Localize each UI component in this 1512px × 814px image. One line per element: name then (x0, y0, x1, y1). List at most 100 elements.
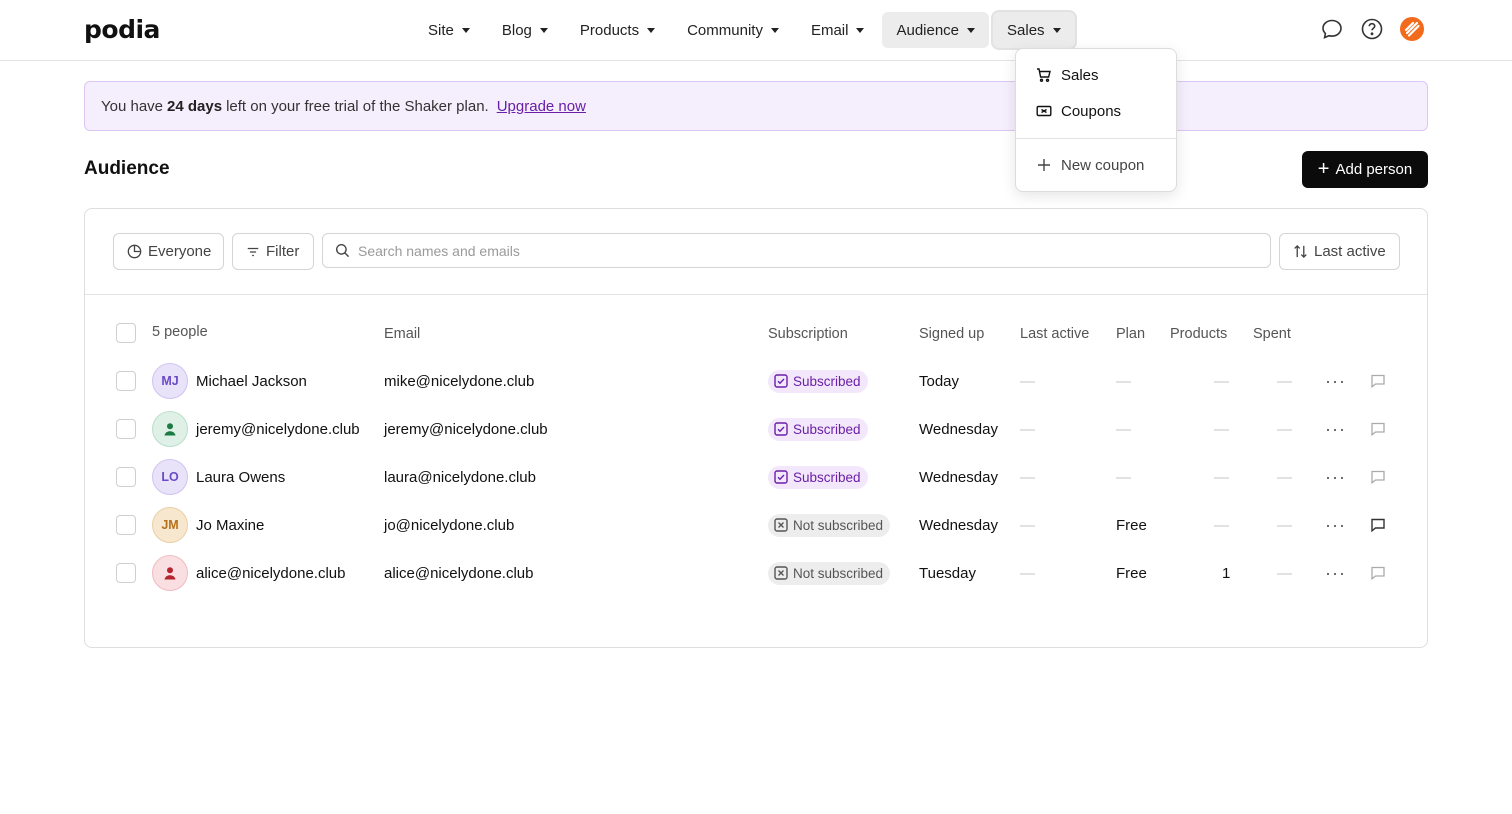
person-email: jeremy@nicelydone.club (384, 420, 548, 438)
search-input[interactable] (358, 242, 1238, 259)
nav-site[interactable]: Site (414, 12, 484, 48)
row-checkbox[interactable] (116, 419, 136, 439)
person-email: alice@nicelydone.club (384, 564, 534, 582)
row-checkbox[interactable] (116, 563, 136, 583)
caret-down-icon (967, 27, 976, 33)
select-all-checkbox[interactable] (116, 323, 136, 343)
nav-sales-label: Sales (1007, 21, 1045, 39)
check-box-icon (774, 374, 788, 388)
status-badge-label: Subscribed (793, 469, 861, 485)
help-icon[interactable] (1360, 17, 1384, 41)
avatar (152, 411, 188, 447)
message-icon[interactable] (1370, 501, 1386, 549)
products-cell: 1 (1222, 564, 1231, 582)
more-actions-button[interactable]: ··· (1325, 405, 1346, 453)
status-badge: Not subscribed (768, 561, 891, 585)
menu-item-sales-label: Sales (1061, 66, 1099, 84)
column-spent[interactable]: Spent (1253, 326, 1291, 342)
message-icon[interactable] (1370, 405, 1386, 453)
column-signed-up[interactable]: Signed up (919, 326, 984, 342)
nav-products[interactable]: Products (566, 12, 669, 48)
status-badge-label: Not subscribed (793, 517, 884, 533)
more-actions-button[interactable]: ··· (1325, 453, 1346, 501)
person-name[interactable]: alice@nicelydone.club (196, 549, 345, 597)
message-icon[interactable] (1370, 549, 1386, 597)
menu-item-sales[interactable]: Sales (1016, 58, 1176, 92)
column-products[interactable]: Products (1170, 326, 1227, 342)
row-checkbox[interactable] (116, 515, 136, 535)
nav-community-label: Community (687, 21, 763, 39)
pie-chart-icon (127, 244, 142, 259)
row-checkbox[interactable] (116, 371, 136, 391)
nav-email[interactable]: Email (797, 12, 879, 48)
column-subscription[interactable]: Subscription (768, 326, 848, 342)
plus-icon (1036, 157, 1052, 173)
nav-community[interactable]: Community (673, 12, 793, 48)
last-active-cell: — (1020, 420, 1035, 438)
menu-item-coupons[interactable]: Coupons (1016, 94, 1176, 128)
more-actions-button[interactable]: ··· (1325, 549, 1346, 597)
spent-cell: — (1277, 564, 1292, 582)
user-icon (164, 423, 176, 436)
caret-down-icon (856, 27, 865, 33)
nav-sales[interactable]: Sales (993, 12, 1075, 48)
filter-button[interactable]: Filter (232, 233, 314, 270)
table-row[interactable]: LO Laura Owens laura@nicelydone.club Sub… (85, 453, 1427, 501)
nav-products-label: Products (579, 21, 640, 39)
search-box (322, 233, 1271, 268)
table-row[interactable]: jeremy@nicelydone.club jeremy@nicelydone… (85, 405, 1427, 453)
table-row[interactable]: alice@nicelydone.club alice@nicelydone.c… (85, 549, 1427, 597)
column-last-active[interactable]: Last active (1020, 326, 1089, 342)
column-plan[interactable]: Plan (1116, 326, 1145, 342)
row-checkbox[interactable] (116, 467, 136, 487)
avatar: LO (152, 459, 188, 495)
filter-icon (246, 245, 260, 259)
products-cell: — (1214, 468, 1229, 486)
column-email[interactable]: Email (384, 326, 420, 342)
message-icon[interactable] (1370, 357, 1386, 405)
x-box-icon (774, 518, 788, 532)
caret-down-icon (647, 27, 656, 33)
person-name[interactable]: Laura Owens (196, 453, 285, 501)
menu-item-coupons-label: Coupons (1061, 102, 1122, 120)
table-row[interactable]: MJ Michael Jackson mike@nicelydone.club … (85, 357, 1427, 405)
plan-cell: — (1116, 372, 1131, 390)
table-row[interactable]: JM Jo Maxine jo@nicelydone.club Not subs… (85, 501, 1427, 549)
plan-cell: Free (1116, 516, 1147, 534)
filter-label: Filter (266, 243, 300, 260)
nav-audience[interactable]: Audience (882, 12, 990, 48)
trial-text-after: left on your free trial of the Shaker pl… (226, 97, 489, 115)
segment-everyone-button[interactable]: Everyone (113, 233, 224, 270)
nav-blog[interactable]: Blog (488, 12, 562, 48)
last-active-cell: — (1020, 516, 1035, 534)
spent-cell: — (1277, 468, 1292, 486)
message-icon[interactable] (1370, 453, 1386, 501)
chat-icon[interactable] (1320, 17, 1344, 41)
add-person-button[interactable]: + Add person (1302, 151, 1428, 188)
profile-icon[interactable] (1400, 17, 1424, 41)
menu-item-new-coupon[interactable]: New coupon (1016, 148, 1176, 182)
page-title: Audience (84, 158, 170, 179)
podia-logo[interactable]: podia (84, 15, 160, 44)
user-icon (164, 567, 176, 580)
add-person-label: Add person (1335, 161, 1413, 178)
person-email: laura@nicelydone.club (384, 468, 536, 486)
person-name[interactable]: Jo Maxine (196, 501, 264, 549)
search-icon (335, 243, 350, 258)
status-badge-label: Subscribed (793, 373, 861, 389)
upgrade-now-link[interactable]: Upgrade now (497, 98, 586, 115)
check-box-icon (774, 422, 788, 436)
people-count: 5 people (152, 324, 208, 340)
spent-cell: — (1277, 516, 1292, 534)
status-badge: Subscribed (768, 369, 868, 393)
sort-last-active-button[interactable]: Last active (1279, 233, 1400, 270)
more-actions-button[interactable]: ··· (1325, 501, 1346, 549)
status-badge: Subscribed (768, 417, 868, 441)
more-actions-button[interactable]: ··· (1325, 357, 1346, 405)
person-name[interactable]: Michael Jackson (196, 357, 307, 405)
check-box-icon (774, 470, 788, 484)
signed-up-cell: Wednesday (919, 468, 998, 486)
signed-up-cell: Wednesday (919, 420, 998, 438)
menu-item-new-coupon-label: New coupon (1061, 156, 1145, 174)
person-name[interactable]: jeremy@nicelydone.club (196, 405, 360, 453)
